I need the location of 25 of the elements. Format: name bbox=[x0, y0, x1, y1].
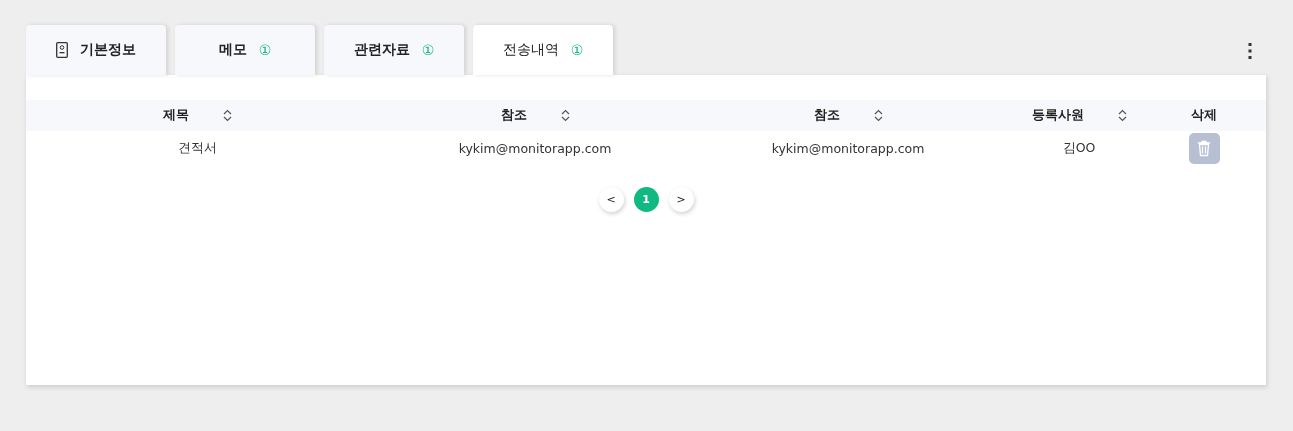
tab[interactable]: 기본정보 bbox=[26, 25, 166, 75]
tab[interactable]: 전송내역 ① bbox=[473, 25, 613, 75]
next-page-button[interactable]: > bbox=[668, 187, 694, 212]
column-header: 등록사원 bbox=[1031, 107, 1084, 124]
sort-icon[interactable] bbox=[222, 109, 232, 122]
column-header: 참조 bbox=[500, 107, 527, 124]
tab[interactable]: 메모 ① bbox=[175, 25, 315, 75]
trash-icon bbox=[1197, 139, 1211, 157]
column-header: 참조 bbox=[813, 107, 840, 124]
count-label: ① bbox=[570, 42, 584, 58]
sort-icon[interactable] bbox=[1117, 109, 1127, 122]
column-header: 제목 bbox=[162, 107, 189, 124]
previous-page-button[interactable]: < bbox=[598, 187, 624, 212]
table-cell: 견적서 bbox=[177, 139, 217, 155]
more-icon[interactable] bbox=[1246, 41, 1254, 61]
count-label: ① bbox=[258, 42, 272, 58]
table-cell: kykim@monitorapp.com bbox=[771, 140, 925, 156]
sort-icon[interactable] bbox=[873, 109, 883, 122]
sort-icon[interactable] bbox=[560, 109, 570, 122]
column-header: 삭제 bbox=[1191, 107, 1217, 124]
id-card-icon bbox=[56, 42, 68, 58]
count-label: ① bbox=[421, 42, 435, 58]
table-cell: kykim@monitorapp.com bbox=[458, 140, 612, 156]
table-cell: 김OO bbox=[1062, 139, 1096, 155]
tab[interactable]: 관련자료 ① bbox=[324, 25, 464, 75]
